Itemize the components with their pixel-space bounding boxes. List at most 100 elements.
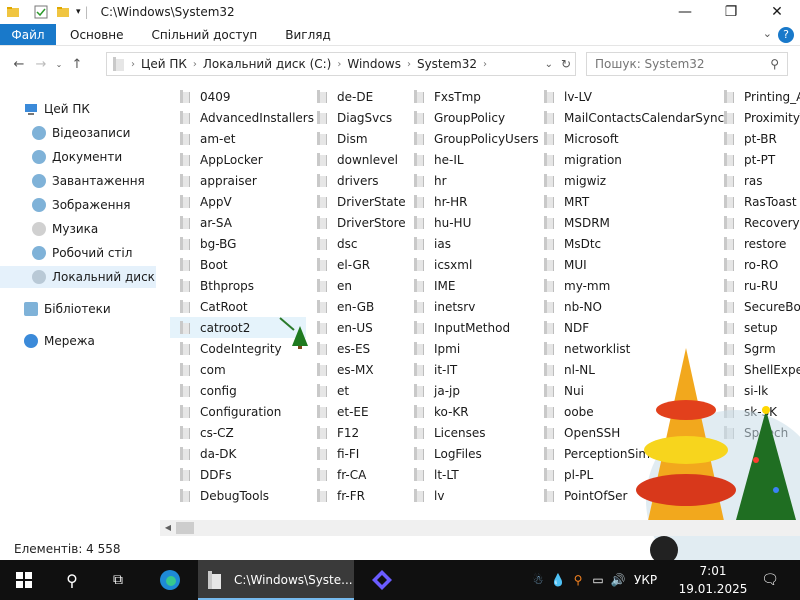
new-folder-icon[interactable] xyxy=(56,5,70,19)
folder-item[interactable]: FxsTmp xyxy=(404,86,534,107)
start-button[interactable] xyxy=(0,560,48,600)
folder-item[interactable]: it-IT xyxy=(404,359,534,380)
clock[interactable]: 7:01 19.01.2025 xyxy=(678,562,748,598)
refresh-icon[interactable]: ↻ xyxy=(561,57,571,71)
folder-item[interactable]: Dism xyxy=(307,128,403,149)
folder-item[interactable]: pt-PT xyxy=(714,149,800,170)
folder-item[interactable]: fi-FI xyxy=(307,443,403,464)
taskbar-explorer-button[interactable]: C:\Windows\Syste... xyxy=(198,560,354,600)
folder-item[interactable]: DriverState xyxy=(307,191,406,212)
folder-item[interactable]: en-GB xyxy=(307,296,403,317)
folder-item[interactable]: es-MX xyxy=(307,359,403,380)
copilot-button[interactable] xyxy=(362,560,402,600)
folder-item[interactable]: el-GR xyxy=(307,254,403,275)
folder-item[interactable]: downlevel xyxy=(307,149,403,170)
scrollbar-thumb[interactable] xyxy=(176,522,194,534)
sidebar-item-videos[interactable]: Відеозаписи xyxy=(32,122,130,144)
folder-item[interactable]: DiagSvcs xyxy=(307,107,403,128)
folder-item[interactable]: migwiz xyxy=(534,170,710,191)
crumb-separator[interactable]: › xyxy=(407,59,411,70)
crumb-separator[interactable]: › xyxy=(337,59,341,70)
folder-item[interactable]: drivers xyxy=(307,170,403,191)
folder-item[interactable]: hr-HR xyxy=(404,191,534,212)
folder-item[interactable]: es-ES xyxy=(307,338,403,359)
folder-item[interactable]: bg-BG xyxy=(170,233,306,254)
folder-item[interactable]: et xyxy=(307,380,403,401)
breadcrumb-this-pc[interactable]: Цей ПК xyxy=(141,57,187,71)
folder-item[interactable]: Recovery xyxy=(714,212,800,233)
folder-item[interactable]: SecureBoot xyxy=(714,296,800,317)
search-app-icon[interactable]: ⚲ xyxy=(568,573,588,587)
folder-item[interactable]: ko-KR xyxy=(404,401,534,422)
folder-item[interactable]: nb-NO xyxy=(534,296,710,317)
folder-item[interactable]: my-mm xyxy=(534,275,710,296)
folder-item[interactable]: appraiser xyxy=(170,170,306,191)
close-button[interactable]: ✕ xyxy=(754,0,800,24)
sidebar-item-pictures[interactable]: Зображення xyxy=(32,194,131,216)
folder-item[interactable]: he-IL xyxy=(404,149,534,170)
folder-item[interactable]: MailContactsCalendarSync xyxy=(534,107,724,128)
folder-item[interactable]: MsDtc xyxy=(534,233,710,254)
crumb-separator[interactable]: › xyxy=(193,59,197,70)
folder-item[interactable]: F12 xyxy=(307,422,403,443)
sidebar-item-network[interactable]: Мережа xyxy=(24,330,95,352)
tab-file[interactable]: Файл xyxy=(0,24,56,45)
sidebar-item-documents[interactable]: Документи xyxy=(32,146,122,168)
folder-item[interactable]: DriverStore xyxy=(307,212,406,233)
folder-item[interactable]: AppV xyxy=(170,191,306,212)
search-box[interactable]: ⚲ xyxy=(586,52,788,76)
horizontal-scrollbar[interactable]: ◀ xyxy=(160,520,800,536)
folder-item[interactable]: MUI xyxy=(534,254,710,275)
folder-item[interactable]: RasToast xyxy=(714,191,800,212)
properties-icon[interactable] xyxy=(34,5,48,19)
folder-item[interactable]: da-DK xyxy=(170,443,306,464)
crumb-separator[interactable]: › xyxy=(483,59,487,70)
search-input[interactable] xyxy=(595,57,765,71)
folder-item[interactable]: Configuration xyxy=(170,401,306,422)
language-indicator[interactable]: УКР xyxy=(634,573,657,587)
network-tray-icon[interactable]: ▭ xyxy=(588,573,608,587)
folder-item[interactable]: cs-CZ xyxy=(170,422,306,443)
search-icon[interactable]: ⚲ xyxy=(770,57,779,71)
address-bar[interactable]: › Цей ПК › Локальний диск (C:) › Windows… xyxy=(106,52,576,76)
tab-home[interactable]: Основне xyxy=(58,24,136,45)
tab-share[interactable]: Спільний доступ xyxy=(140,24,270,45)
sidebar-item-music[interactable]: Музика xyxy=(32,218,98,240)
folder-item[interactable]: GroupPolicy xyxy=(404,107,534,128)
folder-item[interactable]: am-et xyxy=(170,128,306,149)
folder-item[interactable]: Bthprops xyxy=(170,275,306,296)
scroll-left-arrow-icon[interactable]: ◀ xyxy=(160,520,176,536)
back-arrow-icon[interactable]: ← xyxy=(8,57,30,72)
address-dropdown-icon[interactable]: ⌄ xyxy=(545,59,553,70)
breadcrumb-system32[interactable]: System32 xyxy=(417,57,477,71)
folder-item[interactable]: Boot xyxy=(170,254,306,275)
folder-item[interactable]: lt-LT xyxy=(404,464,534,485)
folder-item[interactable]: MRT xyxy=(534,191,710,212)
folder-item[interactable]: inetsrv xyxy=(404,296,534,317)
folder-item[interactable]: ras xyxy=(714,170,800,191)
breadcrumb-local-disk[interactable]: Локальний диск (C:) xyxy=(203,57,332,71)
folder-item[interactable]: CatRoot xyxy=(170,296,306,317)
folder-item[interactable]: ProximityTo xyxy=(714,107,800,128)
task-view-button[interactable]: ⧉ xyxy=(98,560,138,600)
folder-item[interactable]: config xyxy=(170,380,306,401)
folder-item[interactable]: InputMethod xyxy=(404,317,534,338)
sidebar-item-this-pc[interactable]: Цей ПК xyxy=(24,98,90,120)
recent-locations-icon[interactable]: ⌄ xyxy=(52,60,66,69)
sidebar-item-desktop[interactable]: Робочий стіл xyxy=(32,242,132,264)
folder-item[interactable]: lv xyxy=(404,485,534,506)
folder-item[interactable]: Licenses xyxy=(404,422,534,443)
quick-access-dropdown-icon[interactable]: ▾ xyxy=(76,7,81,17)
folder-item[interactable]: ru-RU xyxy=(714,275,800,296)
search-button[interactable]: ⚲ xyxy=(52,560,92,600)
folder-item[interactable]: DebugTools xyxy=(170,485,306,506)
folder-item[interactable]: icsxml xyxy=(404,254,534,275)
folder-item[interactable]: Printing_Ac xyxy=(714,86,800,107)
volume-icon[interactable]: 🔊 xyxy=(608,573,628,587)
water-drop-icon[interactable]: 💧 xyxy=(548,573,568,587)
folder-item[interactable]: MSDRM xyxy=(534,212,710,233)
folder-item[interactable]: LogFiles xyxy=(404,443,534,464)
folder-item[interactable]: restore xyxy=(714,233,800,254)
folder-item[interactable]: AdvancedInstallers xyxy=(170,107,314,128)
breadcrumb-windows[interactable]: Windows xyxy=(347,57,401,71)
